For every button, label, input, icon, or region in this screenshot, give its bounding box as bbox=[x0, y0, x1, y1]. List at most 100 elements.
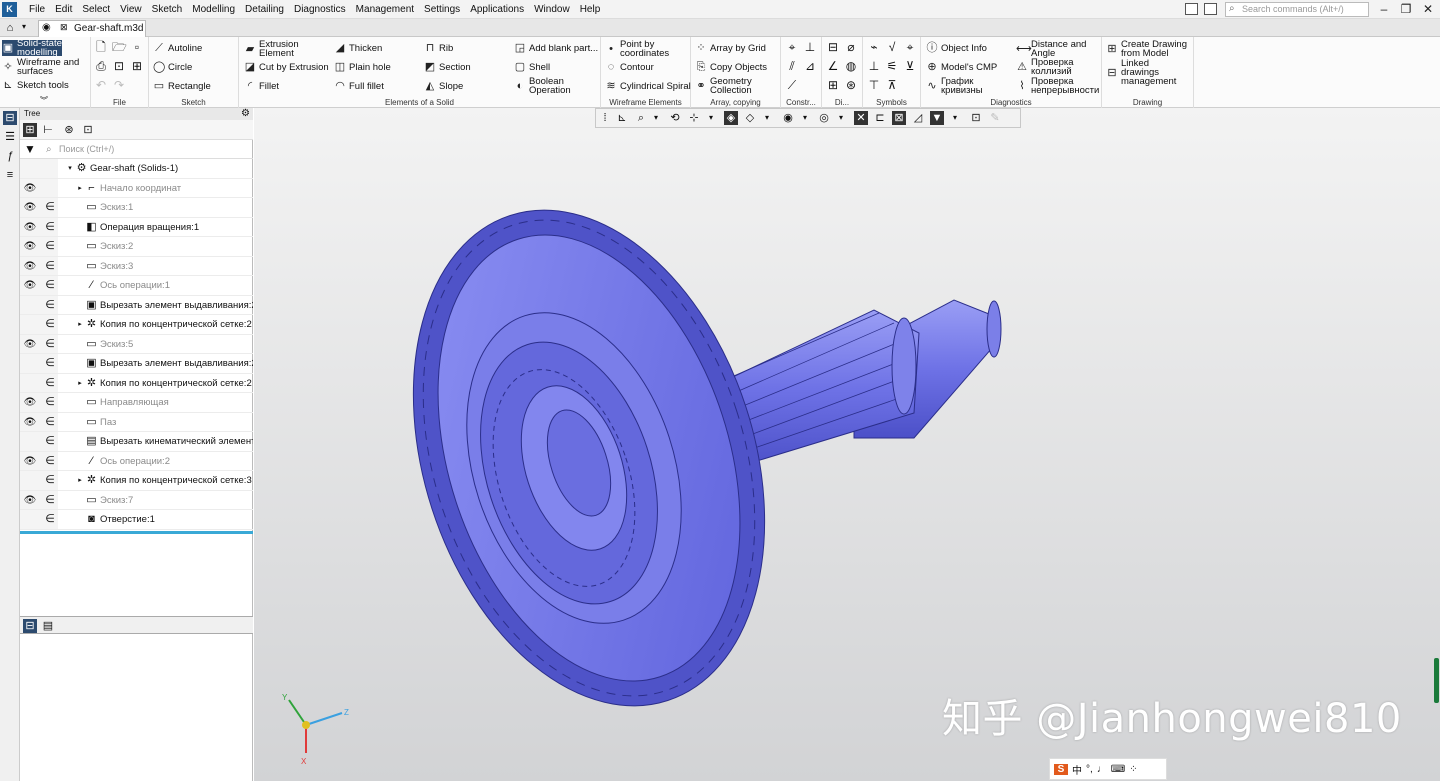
add-blank-part-button[interactable]: ◲ Add blank part... bbox=[514, 42, 598, 54]
menu-modelling[interactable]: Modelling bbox=[187, 0, 240, 19]
visibility-toggle-icon[interactable]: 👁 bbox=[23, 393, 37, 412]
tree-tab-icon[interactable]: ⊟ bbox=[23, 619, 37, 633]
contour-button[interactable]: ◌ Contour bbox=[605, 61, 654, 73]
create-drawing-button[interactable]: ⊞ Create Drawing from Model bbox=[1106, 40, 1194, 59]
mode-wireframe[interactable]: ✧ Wireframe and surfaces bbox=[2, 58, 88, 77]
open-file-icon[interactable]: 🗁 bbox=[112, 40, 127, 54]
expand-icon[interactable]: ▸ bbox=[76, 315, 84, 334]
distance-angle-button[interactable]: ⟷ Distance and Angle bbox=[1016, 40, 1102, 59]
ime-tray[interactable]: S 中 °, ♩ ⌨ ⁘ bbox=[1049, 758, 1167, 780]
tree-row[interactable]: 👁 ∈ ◧ Операция вращения:1 bbox=[20, 217, 253, 237]
new-file-icon[interactable]: 🗋 bbox=[94, 40, 108, 54]
thicken-button[interactable]: ◢ Thicken bbox=[334, 42, 383, 54]
variables-icon[interactable]: ƒ bbox=[3, 149, 17, 163]
tree-row[interactable]: ▾ ⚙ Gear-shaft (Solids-1) bbox=[20, 159, 253, 179]
continuity-check-button[interactable]: ⌇ Проверка непрерывности bbox=[1016, 77, 1102, 96]
angle-dim-icon[interactable]: ∠ bbox=[826, 59, 840, 73]
tab-close-icon[interactable]: ⊠ bbox=[60, 22, 68, 33]
include-toggle-icon[interactable]: ∈ bbox=[43, 198, 57, 217]
weld-icon[interactable]: ⚟ bbox=[885, 59, 899, 73]
expand-icon[interactable]: ▸ bbox=[76, 374, 84, 393]
include-toggle-icon[interactable]: ∈ bbox=[43, 296, 57, 315]
rib-button[interactable]: ⊓ Rib bbox=[424, 42, 454, 54]
tree-row[interactable]: 👁 ∈ ▭ Эскиз:3 bbox=[20, 256, 253, 276]
tangent-plane-icon[interactable]: ⊿ bbox=[803, 59, 817, 73]
visibility-toggle-icon[interactable]: 👁 bbox=[23, 179, 37, 198]
full-fillet-button[interactable]: ◠ Full fillet bbox=[334, 80, 384, 92]
include-toggle-icon[interactable]: ∈ bbox=[43, 354, 57, 373]
linked-drawings-button[interactable]: ⊟ Linked drawings management bbox=[1106, 59, 1194, 87]
print-icon[interactable]: ⎙ bbox=[94, 59, 108, 73]
tolerance-icon[interactable]: ⊥ bbox=[867, 59, 881, 73]
line-axis-icon[interactable]: ⟋ bbox=[785, 78, 799, 92]
radius-dim-icon[interactable]: ◍ bbox=[844, 59, 858, 73]
properties-icon[interactable]: ⊞ bbox=[130, 59, 144, 73]
menu-select[interactable]: Select bbox=[77, 0, 115, 19]
home-icon[interactable]: ⌂ bbox=[3, 21, 17, 35]
save-icon[interactable]: ▫ bbox=[130, 40, 144, 54]
tree-row[interactable]: 👁 ∈ ▭ Эскиз:1 bbox=[20, 198, 253, 218]
tree-row[interactable]: ∈ ▣ Вырезать элемент выдавливания:2 bbox=[20, 295, 253, 315]
tree-row[interactable]: 👁 ∈ ▭ Направляющая bbox=[20, 393, 253, 413]
shell-button[interactable]: ▢ Shell bbox=[514, 61, 550, 73]
extrusion-element-button[interactable]: ▰ Extrusion Element bbox=[244, 40, 324, 59]
include-toggle-icon[interactable]: ∈ bbox=[43, 218, 57, 237]
include-toggle-icon[interactable]: ∈ bbox=[43, 257, 57, 276]
visibility-toggle-icon[interactable]: 👁 bbox=[23, 491, 37, 510]
tree-row[interactable]: ∈ ▤ Вырезать кинематический элемент:1 bbox=[20, 432, 253, 452]
restore-button[interactable]: ❐ bbox=[1397, 1, 1415, 18]
layers-icon[interactable]: ≡ bbox=[3, 168, 17, 182]
screen-toggle-icon[interactable] bbox=[1204, 3, 1217, 15]
tree-hierarchy-icon[interactable]: ⊢ bbox=[41, 123, 55, 137]
menu-sketch[interactable]: Sketch bbox=[147, 0, 188, 19]
autoline-button[interactable]: ⟋ Autoline bbox=[153, 42, 202, 54]
include-toggle-icon[interactable]: ∈ bbox=[43, 393, 57, 412]
tree-row[interactable]: ∈ ▣ Вырезать элемент выдавливания:2 bbox=[20, 354, 253, 374]
menu-view[interactable]: View bbox=[115, 0, 147, 19]
tree-row[interactable]: 👁 ∈ ▭ Эскиз:7 bbox=[20, 490, 253, 510]
tab-menu-icon[interactable]: ▾ bbox=[22, 22, 26, 31]
boolean-operation-button[interactable]: ◐ Boolean Operation bbox=[514, 77, 594, 96]
redo-icon[interactable]: ↷ bbox=[112, 78, 126, 92]
mode-sketch[interactable]: ⊾ Sketch tools bbox=[2, 79, 68, 91]
tree-row[interactable]: ∈ ▸ ✲ Копия по концентрической сетке:3 bbox=[20, 471, 253, 491]
plain-hole-button[interactable]: ◫ Plain hole bbox=[334, 61, 391, 73]
tree-row[interactable]: ∈ ◙ Отверстие:1 bbox=[20, 510, 253, 530]
point-by-coordinates-button[interactable]: • Point by coordinates bbox=[605, 40, 691, 59]
filter-icon[interactable]: ▼ bbox=[24, 140, 36, 159]
menu-window[interactable]: Window bbox=[529, 0, 575, 19]
visibility-toggle-icon[interactable]: 👁 bbox=[23, 413, 37, 432]
3d-viewport[interactable]: ⁞ ⊾ ⌕ ▾ ⟲ ⊹ ▾ ◈ ◇ ▾ ◉ ▾ ◎ ▾ ✕ ⊏ ⊠ ◿ ▼ ▾ … bbox=[254, 108, 1440, 781]
list-tab-icon[interactable]: ▤ bbox=[41, 619, 55, 633]
chain-dim-icon[interactable]: ⊛ bbox=[844, 78, 858, 92]
menu-detailing[interactable]: Detailing bbox=[240, 0, 289, 19]
tree-select-icon[interactable]: ⊡ bbox=[81, 123, 95, 137]
array-by-grid-button[interactable]: ⁘ Array by Grid bbox=[695, 42, 766, 54]
axis-icon[interactable]: ⊥ bbox=[803, 40, 817, 54]
menu-file[interactable]: File bbox=[24, 0, 50, 19]
menu-settings[interactable]: Settings bbox=[419, 0, 465, 19]
include-toggle-icon[interactable]: ∈ bbox=[43, 432, 57, 451]
expand-icon[interactable]: ▸ bbox=[76, 471, 84, 490]
visibility-toggle-icon[interactable]: 👁 bbox=[23, 198, 37, 217]
close-button[interactable]: ✕ bbox=[1419, 1, 1437, 18]
scroll-indicator[interactable] bbox=[1434, 658, 1439, 703]
panel-toggle-icon[interactable] bbox=[1185, 3, 1198, 15]
minimize-button[interactable]: – bbox=[1375, 1, 1393, 18]
diameter-icon[interactable]: ⌀ bbox=[844, 40, 858, 54]
offset-plane-icon[interactable]: ⫽ bbox=[785, 59, 799, 73]
rectangle-button[interactable]: ▭ Rectangle bbox=[153, 80, 211, 92]
menu-diagnostics[interactable]: Diagnostics bbox=[289, 0, 351, 19]
tree-row[interactable]: 👁 ∈ ⁄ Ось операции:2 bbox=[20, 451, 253, 471]
mark-icon[interactable]: ⊻ bbox=[903, 59, 917, 73]
tree-row[interactable]: 👁 ∈ ▭ Эскиз:2 bbox=[20, 237, 253, 257]
include-toggle-icon[interactable]: ∈ bbox=[43, 413, 57, 432]
text-icon[interactable]: ⊤ bbox=[867, 78, 881, 92]
cylindrical-spiral-button[interactable]: ≋ Cylindrical Spiral bbox=[605, 80, 690, 92]
tree-row[interactable]: 👁 ∈ ⁄ Ось операции:1 bbox=[20, 276, 253, 296]
slope-button[interactable]: ◭ Slope bbox=[424, 80, 464, 92]
menu-applications[interactable]: Applications bbox=[465, 0, 529, 19]
visibility-toggle-icon[interactable]: 👁 bbox=[23, 452, 37, 471]
tree-row[interactable]: 👁 ∈ ▭ Эскиз:5 bbox=[20, 334, 253, 354]
visibility-toggle-icon[interactable]: 👁 bbox=[23, 218, 37, 237]
